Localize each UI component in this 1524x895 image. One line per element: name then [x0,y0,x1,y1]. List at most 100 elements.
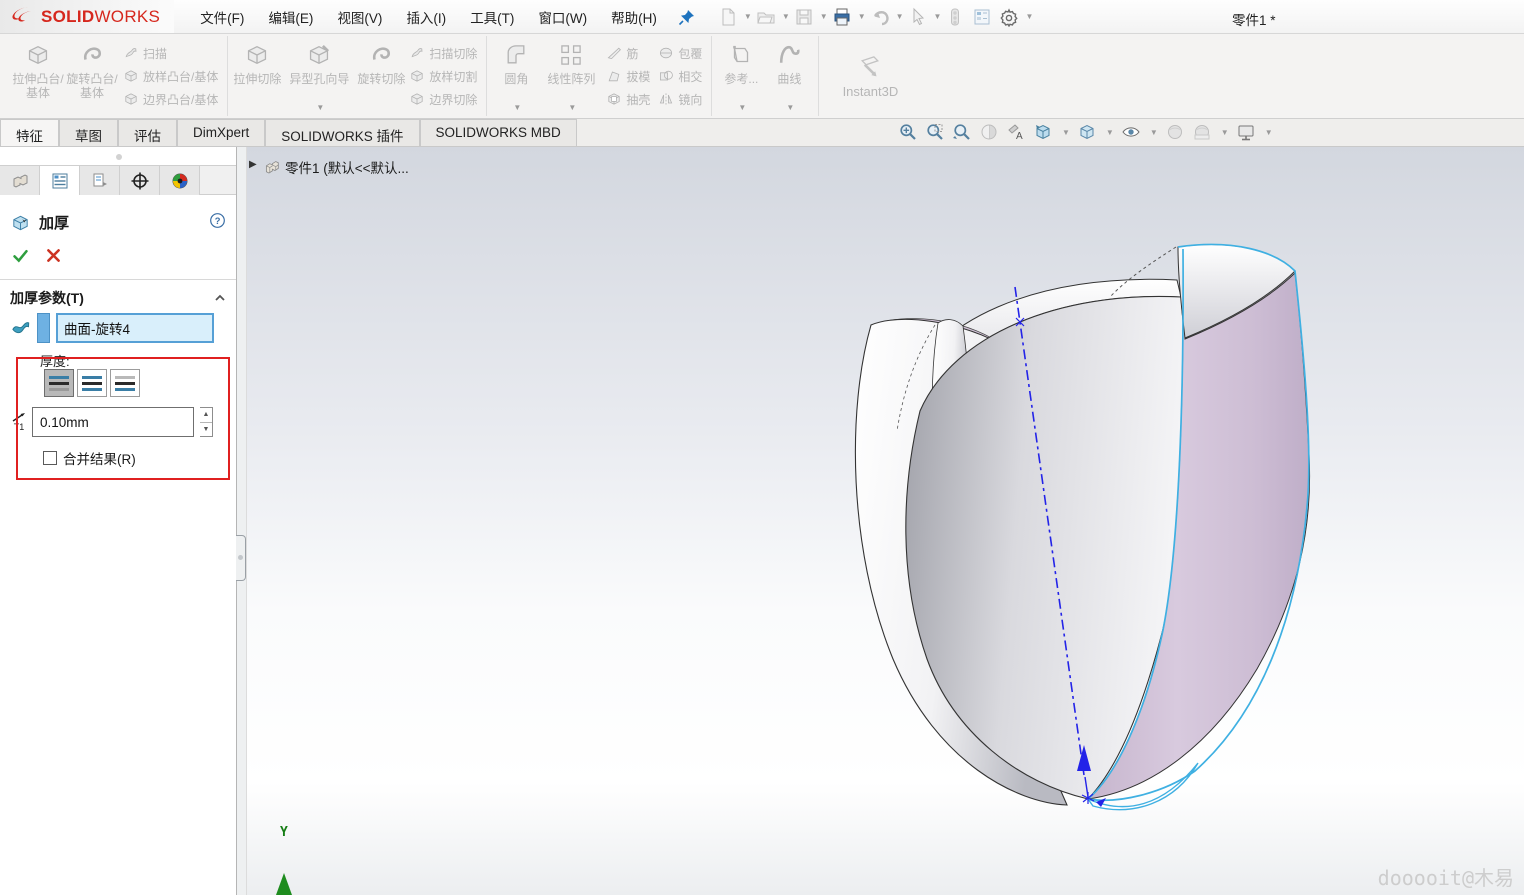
menu-edit[interactable]: 编辑(E) [256,0,325,34]
options-gear-icon[interactable] [996,5,1022,29]
select-icon[interactable] [905,5,931,29]
display-style-icon[interactable] [1077,122,1097,142]
loft-cut-button[interactable]: 放样切割 [409,66,477,86]
view-orientation-icon[interactable] [1033,122,1053,142]
new-dropdown-icon[interactable]: ▼ [744,12,752,21]
hide-show-dropdown-icon[interactable]: ▼ [1150,128,1158,137]
linear-pattern-dropdown-icon[interactable]: ▼ [568,104,576,113]
display-manager-tab[interactable] [160,166,200,195]
extrude-cut-button[interactable]: 拉伸切除 [233,36,281,116]
panel-drag-dot[interactable] [116,154,122,160]
fillet-dropdown-icon[interactable]: ▼ [513,104,521,113]
spinner-up-icon[interactable]: ▲ [200,408,212,423]
open-icon[interactable] [753,5,779,29]
open-dropdown-icon[interactable]: ▼ [782,12,790,21]
flyout-feature-tree[interactable]: 零件1 (默认<<默认... [263,157,409,177]
menu-insert[interactable]: 插入(I) [394,0,458,34]
rib-button[interactable]: 筋 [606,43,650,63]
thickness-value-input[interactable]: 0.10mm [32,407,194,437]
apply-scene-dropdown-icon[interactable]: ▼ [1221,128,1229,137]
revolve-boss-button[interactable]: 旋转凸台/基体 [65,36,119,116]
curves-dropdown-icon[interactable]: ▼ [786,104,794,113]
intersect-button[interactable]: 相交 [658,66,702,86]
view-orientation-dropdown-icon[interactable]: ▼ [1062,128,1070,137]
boundary-cut-button[interactable]: 边界切除 [409,89,477,109]
zoom-area-icon[interactable] [925,122,945,142]
annotation-visibility-icon[interactable]: A [1006,122,1026,142]
help-icon[interactable]: ? [209,212,226,232]
fillet-button[interactable]: 圆角 ▼ [492,36,540,116]
hole-wizard-button[interactable]: 异型孔向导 ▼ [281,36,357,116]
sweep-button[interactable]: 扫描 [123,43,218,63]
select-dropdown-icon[interactable]: ▼ [934,12,942,21]
view-settings-dropdown-icon[interactable]: ▼ [1265,128,1273,137]
loft-boss-button[interactable]: 放样凸台/基体 [123,66,218,86]
panel-splitter[interactable] [237,147,247,895]
draft-button[interactable]: 拔模 [606,66,650,86]
menu-file[interactable]: 文件(F) [188,0,256,34]
pin-menu-icon[interactable] [677,7,697,27]
section-view-icon[interactable] [979,122,999,142]
menu-tools[interactable]: 工具(T) [458,0,526,34]
reference-geometry-button[interactable]: 参考... ▼ [717,36,765,116]
thicken-params-header[interactable]: 加厚参数(T) [0,288,236,308]
options-dropdown-icon[interactable]: ▼ [1025,12,1033,21]
merge-result-checkbox[interactable] [43,451,57,465]
print-dropdown-icon[interactable]: ▼ [858,12,866,21]
feature-manager-tab[interactable] [0,166,40,195]
hole-wizard-dropdown-icon[interactable]: ▼ [316,104,324,113]
tab-solidworks-addins[interactable]: SOLIDWORKS 插件 [265,119,419,146]
panel-collapse-handle[interactable] [236,535,246,581]
tab-evaluate[interactable]: 评估 [118,119,177,146]
menu-window[interactable]: 窗口(W) [526,0,599,34]
instant3d-button[interactable]: Instant3D [824,36,916,116]
boundary-boss-button[interactable]: 边界凸台/基体 [123,89,218,109]
rebuild-icon[interactable] [942,5,968,29]
reference-dropdown-icon[interactable]: ▼ [738,104,746,113]
menu-help[interactable]: 帮助(H) [599,0,669,34]
menu-view[interactable]: 视图(V) [325,0,394,34]
ok-check-icon[interactable] [12,247,29,267]
apply-scene-icon[interactable] [1192,122,1212,142]
collapse-chevron-icon[interactable] [214,292,226,304]
save-dropdown-icon[interactable]: ▼ [820,12,828,21]
thicken-side1-toggle[interactable] [44,369,74,397]
save-icon[interactable] [791,5,817,29]
selection-color-bar [37,313,50,343]
mirror-button[interactable]: 镜向 [658,89,702,109]
previous-view-icon[interactable] [952,122,972,142]
selection-box[interactable]: 曲面-旋转4 [56,313,214,343]
display-style-dropdown-icon[interactable]: ▼ [1106,128,1114,137]
tab-features[interactable]: 特征 [0,119,59,146]
tab-dimxpert[interactable]: DimXpert [177,119,265,146]
hide-show-items-icon[interactable] [1121,122,1141,142]
file-properties-icon[interactable] [969,5,995,29]
graphics-viewport[interactable]: ▶ 零件1 (默认<<默认... Y dooooit@木易 [247,147,1524,895]
revolve-cut-button[interactable]: 旋转切除 [357,36,405,116]
undo-icon[interactable] [867,5,893,29]
thicken-both-sides-toggle[interactable] [77,369,107,397]
property-manager-tab[interactable] [40,166,80,195]
model-canvas[interactable] [247,147,1524,895]
configuration-manager-tab[interactable] [80,166,120,195]
thickness-spinner[interactable]: ▲▼ [200,407,213,437]
thicken-side2-toggle[interactable] [110,369,140,397]
wrap-button[interactable]: 包覆 [658,43,702,63]
sweep-cut-button[interactable]: 扫描切除 [409,43,477,63]
print-icon[interactable] [829,5,855,29]
undo-dropdown-icon[interactable]: ▼ [896,12,904,21]
shell-button[interactable]: 抽壳 [606,89,650,109]
view-settings-icon[interactable] [1236,122,1256,142]
spinner-down-icon[interactable]: ▼ [200,423,212,437]
linear-pattern-button[interactable]: 线性阵列 ▼ [540,36,602,116]
new-document-icon[interactable] [715,5,741,29]
edit-appearance-icon[interactable] [1165,122,1185,142]
tab-solidworks-mbd[interactable]: SOLIDWORKS MBD [420,119,577,146]
dimxpert-manager-tab[interactable] [120,166,160,195]
extrude-boss-button[interactable]: 拉伸凸台/基体 [11,36,65,116]
curves-button[interactable]: 曲线 ▼ [765,36,813,116]
cancel-x-icon[interactable] [45,247,62,267]
flyout-expand-icon[interactable]: ▶ [249,159,257,170]
zoom-fit-icon[interactable] [898,122,918,142]
tab-sketch[interactable]: 草图 [59,119,118,146]
